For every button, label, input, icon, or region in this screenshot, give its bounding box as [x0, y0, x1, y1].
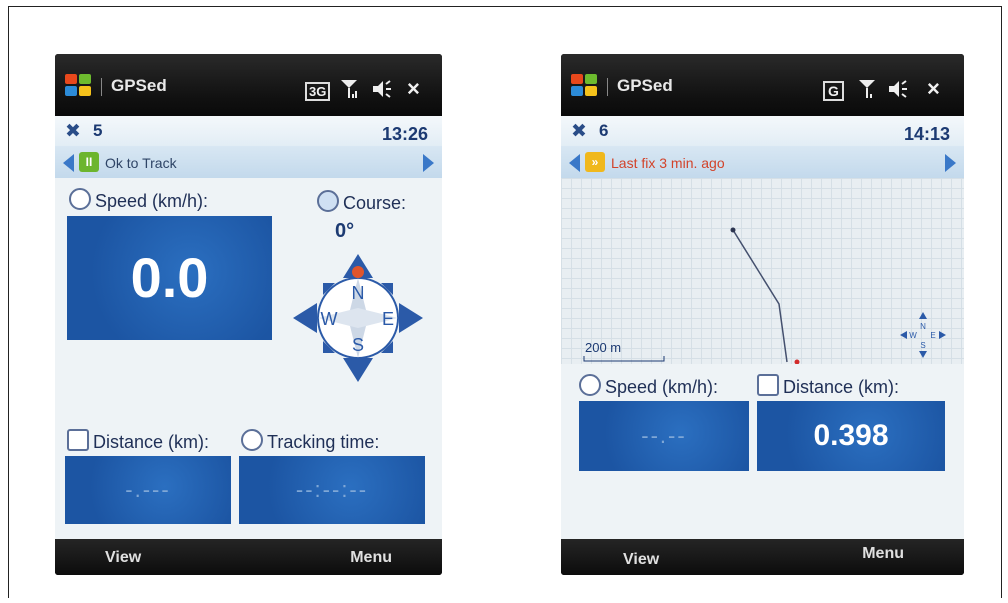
svg-text:E: E	[930, 331, 935, 340]
speed-label: Speed (km/h):	[579, 374, 718, 398]
status-text: Ok to Track	[105, 155, 177, 171]
menu-softkey[interactable]: Menu	[862, 545, 904, 563]
view-softkey[interactable]: View	[105, 549, 141, 567]
volume-icon[interactable]	[887, 79, 909, 99]
right-phone-screen: GPSed G × ✖ 6 14:13 » Last fix 3 min. ag…	[561, 54, 964, 575]
compass-n: N	[352, 283, 365, 303]
speed-value-box[interactable]: 0.0	[67, 216, 272, 340]
speedometer-icon	[579, 374, 601, 396]
speed-label: Speed (km/h):	[69, 188, 208, 212]
previous-arrow-icon[interactable]	[63, 154, 74, 172]
softkey-bar: View Menu	[561, 539, 964, 575]
softkey-bar: View Menu	[55, 539, 442, 575]
map-scale-label: 200 m	[585, 340, 622, 355]
course-value: 0°	[335, 220, 355, 242]
signal-strength-icon[interactable]	[339, 78, 359, 100]
stopwatch-icon	[241, 429, 263, 451]
track-map[interactable]: 200 m N S E W	[561, 178, 964, 364]
satellite-count: 6	[599, 121, 609, 140]
map-scale-bar	[583, 356, 665, 362]
course-icon	[317, 190, 339, 212]
app-title: GPSed	[617, 76, 673, 95]
previous-arrow-icon[interactable]	[569, 154, 580, 172]
speed-value: 0.0	[130, 246, 209, 309]
menu-softkey[interactable]: Menu	[350, 549, 392, 567]
main-screen: ✖ 5 13:26 II Ok to Track Speed (km/h): 0…	[55, 116, 442, 539]
title-separator	[101, 78, 102, 96]
next-arrow-icon[interactable]	[945, 154, 956, 172]
windows-start-icon[interactable]	[571, 74, 599, 98]
track-start-point	[730, 227, 736, 233]
compass-rose: N S E W	[293, 254, 423, 382]
distance-icon	[67, 429, 89, 451]
left-phone-screen: GPSed 3G × ✖ 5 13:26 II Ok to Track Spee…	[55, 54, 442, 575]
satellite-count: 5	[93, 121, 103, 140]
speedometer-icon	[69, 188, 91, 210]
main-screen: ✖ 6 14:13 » Last fix 3 min. ago 200 m N …	[561, 116, 964, 539]
network-3g-icon[interactable]: 3G	[305, 82, 331, 101]
status-text: Last fix 3 min. ago	[611, 155, 725, 171]
compass-e: E	[382, 309, 394, 329]
distance-label: Distance (km):	[67, 429, 209, 453]
distance-value-box[interactable]: -.---	[65, 456, 231, 524]
network-g-icon[interactable]: G	[823, 81, 844, 101]
speed-value: --.--	[641, 423, 687, 448]
signal-strength-icon[interactable]	[857, 78, 877, 100]
pause-icon[interactable]: II	[79, 152, 99, 172]
volume-icon[interactable]	[371, 79, 393, 99]
tracking-value: --:--:--	[295, 477, 369, 502]
satellite-icon: ✖	[65, 121, 81, 142]
distance-icon	[757, 374, 779, 396]
windows-start-icon[interactable]	[65, 74, 93, 98]
close-icon[interactable]: ×	[407, 76, 420, 102]
distance-label: Distance (km):	[757, 374, 899, 398]
svg-text:N: N	[920, 322, 926, 331]
tracking-value-box[interactable]: --:--:--	[239, 456, 425, 524]
clock: 13:26	[381, 124, 428, 144]
speed-value-box[interactable]: --.--	[579, 401, 749, 471]
tracking-label: Tracking time:	[241, 429, 379, 453]
track-current-point	[794, 359, 800, 364]
clock: 14:13	[903, 124, 950, 144]
distance-value: 0.398	[813, 419, 889, 452]
satellite-row: ✖ 6 14:13	[561, 116, 964, 146]
distance-value-box[interactable]: 0.398	[757, 401, 945, 471]
satellite-row: ✖ 5 13:26	[55, 116, 442, 146]
status-bar: » Last fix 3 min. ago	[561, 146, 964, 178]
satellite-icon: ✖	[571, 121, 587, 142]
status-bar: II Ok to Track	[55, 146, 442, 178]
compass-s: S	[352, 335, 364, 355]
svg-text:W: W	[909, 331, 917, 340]
view-softkey[interactable]: View	[623, 551, 659, 569]
compass-w: W	[321, 309, 338, 329]
mini-compass-icon: N S E W	[900, 312, 946, 358]
app-title: GPSed	[111, 76, 167, 95]
close-icon[interactable]: ×	[927, 76, 940, 102]
svg-text:S: S	[920, 341, 925, 350]
course-label: Course:	[317, 190, 406, 214]
fast-forward-icon[interactable]: »	[585, 152, 605, 172]
next-arrow-icon[interactable]	[423, 154, 434, 172]
title-bar: GPSed G ×	[561, 54, 964, 116]
title-bar: GPSed 3G ×	[55, 54, 442, 116]
title-separator	[607, 78, 608, 96]
distance-value: -.---	[125, 477, 171, 502]
